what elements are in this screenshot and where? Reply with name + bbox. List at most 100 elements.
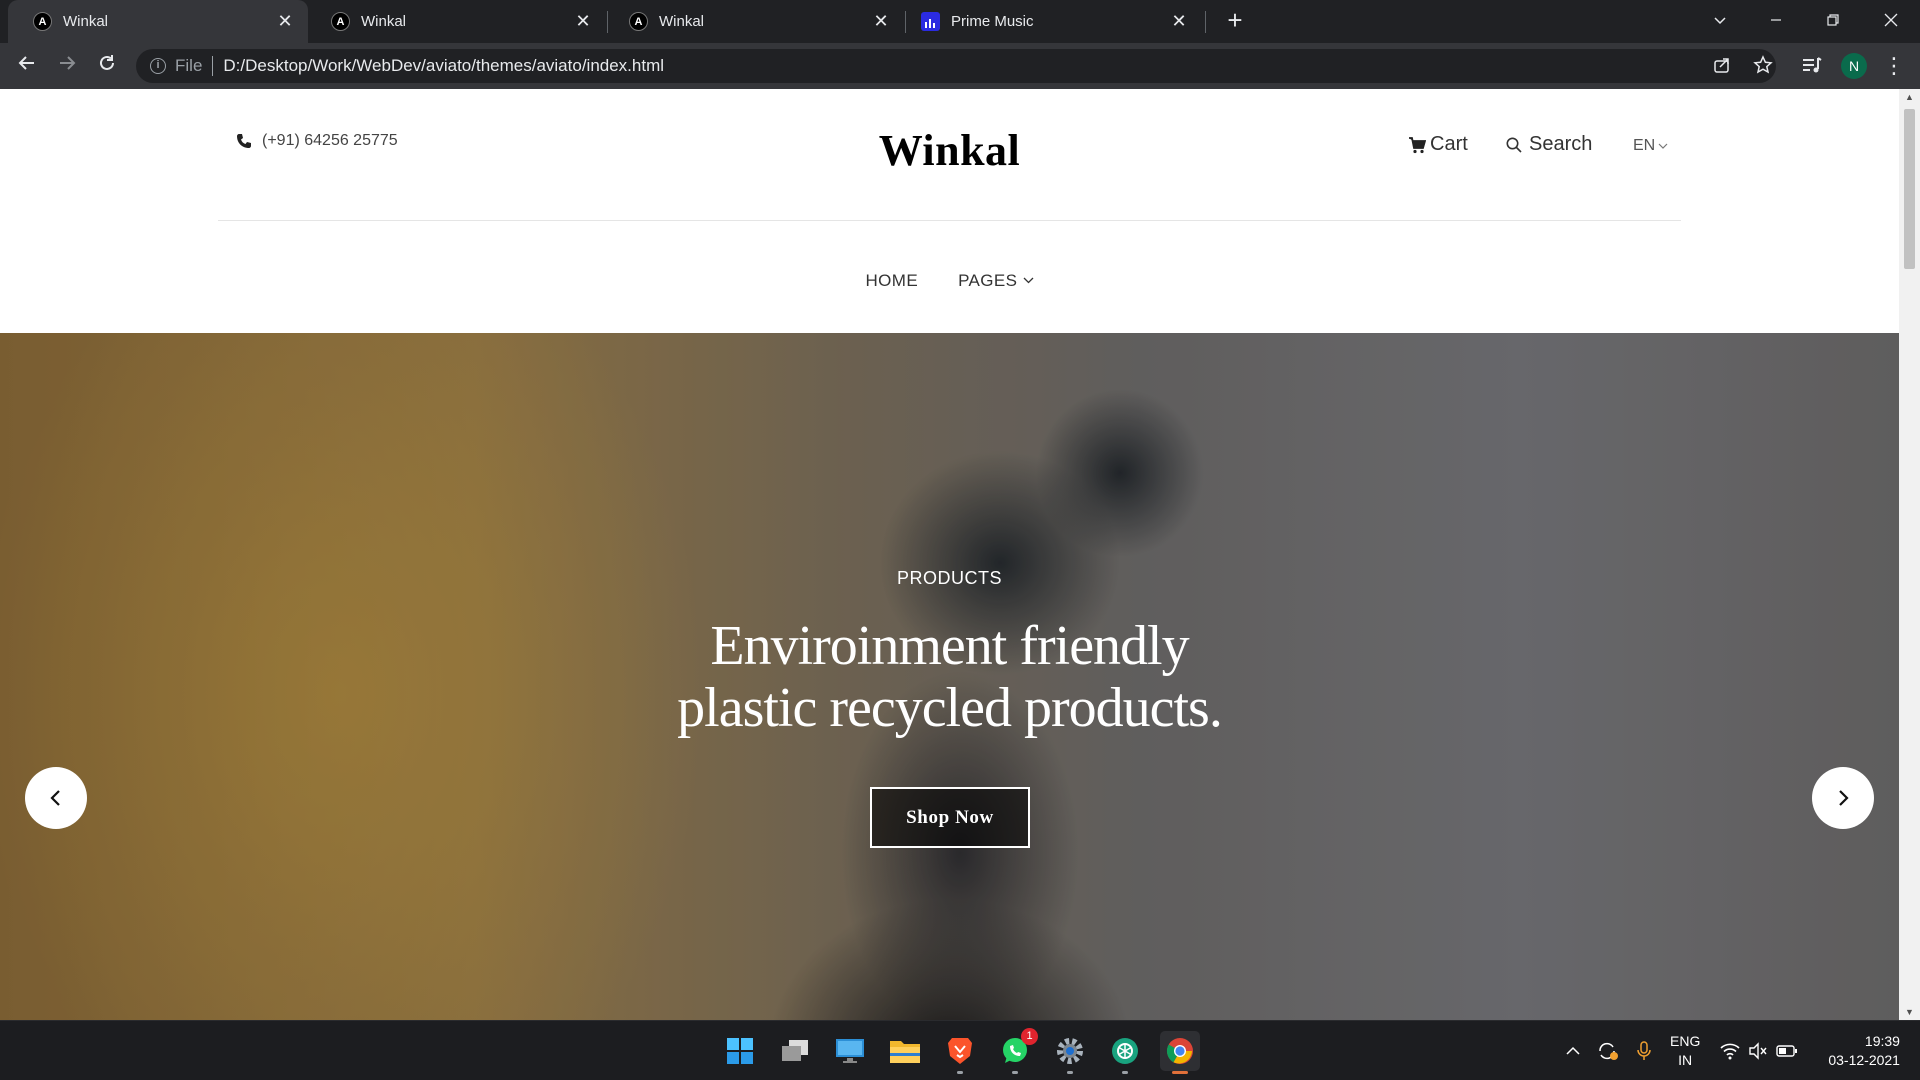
volume-muted-icon[interactable]: [1748, 1042, 1768, 1060]
running-indicator: [957, 1071, 963, 1074]
close-window-button[interactable]: [1873, 6, 1909, 36]
search-icon: [1506, 137, 1522, 153]
tab-title: Winkal: [361, 13, 407, 30]
search-link[interactable]: Search: [1505, 133, 1592, 156]
chevron-right-icon: [1839, 790, 1849, 806]
media-queue-icon[interactable]: [1801, 55, 1823, 77]
chrome-button[interactable]: [1160, 1031, 1200, 1074]
nav-home[interactable]: HOME: [865, 271, 918, 291]
cart-label: Cart: [1430, 133, 1468, 155]
page-scrollbar[interactable]: ▲ ▼: [1899, 89, 1920, 1020]
address-url[interactable]: D:/Desktop/Work/WebDev/aviato/themes/avi…: [223, 56, 664, 76]
chevron-up-icon[interactable]: [1564, 1042, 1582, 1060]
task-view-icon: [782, 1040, 808, 1061]
chevron-down-icon: [1658, 143, 1668, 149]
chatgpt-icon: [1112, 1038, 1138, 1064]
folder-icon: [890, 1041, 920, 1063]
close-icon[interactable]: ✕: [276, 12, 294, 30]
restore-button[interactable]: [1815, 6, 1851, 36]
file-explorer-button[interactable]: [885, 1031, 925, 1071]
battery-icon[interactable]: [1776, 1044, 1798, 1058]
windows-logo-icon: [727, 1038, 753, 1064]
running-indicator: [1122, 1071, 1128, 1074]
whatsapp-button[interactable]: 1: [995, 1028, 1038, 1074]
region-code: IN: [1678, 1052, 1693, 1068]
desktop-app-button[interactable]: [830, 1031, 870, 1071]
reload-button[interactable]: [92, 51, 122, 81]
tab-title: Winkal: [63, 13, 109, 30]
start-button[interactable]: [720, 1031, 760, 1071]
scroll-up-arrow-icon[interactable]: ▲: [1899, 89, 1920, 105]
tab-strip: A Winkal ✕ A Winkal ✕ A Winkal ✕ Prime M…: [0, 0, 1920, 43]
system-tray: ENG IN 19:39 03-12-2021: [1560, 1021, 1900, 1080]
tab-title: Prime Music: [951, 13, 1034, 30]
bookmark-star-icon[interactable]: [1752, 55, 1774, 77]
main-navigation: HOME PAGES: [0, 221, 1899, 333]
tab-favicon-icon: A: [629, 12, 648, 31]
hero-carousel: PRODUCTS Enviroinment friendly plastic r…: [0, 333, 1899, 1020]
hero-kicker: PRODUCTS: [896, 568, 1002, 588]
scrollbar-thumb[interactable]: [1904, 109, 1915, 269]
microphone-icon[interactable]: [1636, 1040, 1652, 1062]
tab-winkal-3[interactable]: A Winkal ✕: [604, 0, 904, 43]
info-icon[interactable]: i: [150, 58, 166, 74]
clock-date: 03-12-2021: [1828, 1052, 1900, 1068]
wifi-icon[interactable]: [1720, 1042, 1740, 1060]
share-icon[interactable]: [1711, 55, 1733, 77]
chevron-down-icon: [1023, 277, 1033, 284]
chevron-left-icon: [50, 790, 60, 806]
monitor-icon: [836, 1039, 864, 1063]
shop-now-button[interactable]: Shop Now: [870, 787, 1030, 848]
hero-title-line: plastic recycled products.: [677, 677, 1223, 739]
hero-title: Enviroinment friendly plastic recycled p…: [0, 615, 1899, 739]
search-label: Search: [1529, 133, 1593, 155]
tab-favicon-icon: A: [331, 12, 350, 31]
close-icon[interactable]: ✕: [1170, 12, 1188, 30]
address-scheme: File: [175, 56, 203, 75]
clock[interactable]: 19:39 03-12-2021: [1828, 1032, 1900, 1070]
site-header: (+91) 64256 25775 Winkal Cart Search EN: [218, 89, 1681, 221]
gear-icon: [1057, 1038, 1083, 1064]
carousel-next-button[interactable]: [1812, 767, 1874, 829]
chrome-icon: [1166, 1038, 1193, 1064]
browser-menu-icon[interactable]: ⋮: [1883, 53, 1905, 79]
tab-title: Winkal: [659, 13, 705, 30]
cart-link[interactable]: Cart: [1408, 133, 1468, 156]
tab-separator: [1205, 11, 1206, 33]
carousel-prev-button[interactable]: [25, 767, 87, 829]
close-icon[interactable]: ✕: [574, 12, 592, 30]
tab-winkal-2[interactable]: A Winkal ✕: [306, 0, 606, 43]
forward-button[interactable]: [52, 51, 82, 81]
brave-lion-icon: [948, 1038, 972, 1064]
scroll-down-arrow-icon[interactable]: ▼: [1899, 1004, 1920, 1020]
back-button[interactable]: [12, 51, 42, 81]
address-divider: [212, 56, 214, 76]
language-label: EN: [1633, 137, 1656, 154]
address-bar[interactable]: i File D:/Desktop/Work/WebDev/aviato/the…: [136, 49, 1776, 83]
tab-search-chevron-icon[interactable]: [1702, 6, 1738, 36]
nav-pages[interactable]: PAGES: [958, 271, 1033, 291]
close-icon[interactable]: ✕: [872, 12, 890, 30]
new-tab-button[interactable]: +: [1222, 7, 1248, 34]
page-viewport: (+91) 64256 25775 Winkal Cart Search EN …: [0, 89, 1899, 1020]
tab-prime-music[interactable]: Prime Music ✕: [896, 0, 1202, 43]
sync-icon[interactable]: [1596, 1040, 1620, 1062]
nav-pages-label: PAGES: [958, 271, 1018, 290]
brave-browser-button[interactable]: [940, 1031, 980, 1074]
clock-time: 19:39: [1864, 1033, 1900, 1049]
notification-badge: 1: [1021, 1028, 1038, 1045]
hero-title-line: Enviroinment friendly: [710, 615, 1189, 677]
language-indicator[interactable]: ENG IN: [1670, 1032, 1700, 1070]
task-view-button[interactable]: [775, 1031, 815, 1071]
cart-icon: [1409, 136, 1426, 153]
running-indicator: [1012, 1071, 1018, 1074]
taskbar: 1 ENG IN 19:39 03-12-2021: [0, 1020, 1920, 1080]
language-selector[interactable]: EN: [1633, 137, 1672, 155]
profile-avatar[interactable]: N: [1841, 53, 1867, 79]
browser-toolbar: i File D:/Desktop/Work/WebDev/aviato/the…: [0, 43, 1920, 89]
settings-button[interactable]: [1050, 1031, 1090, 1074]
tab-winkal-1[interactable]: A Winkal ✕: [8, 0, 308, 43]
chatgpt-button[interactable]: [1105, 1031, 1145, 1074]
minimize-button[interactable]: [1758, 6, 1794, 36]
running-indicator: [1067, 1071, 1073, 1074]
